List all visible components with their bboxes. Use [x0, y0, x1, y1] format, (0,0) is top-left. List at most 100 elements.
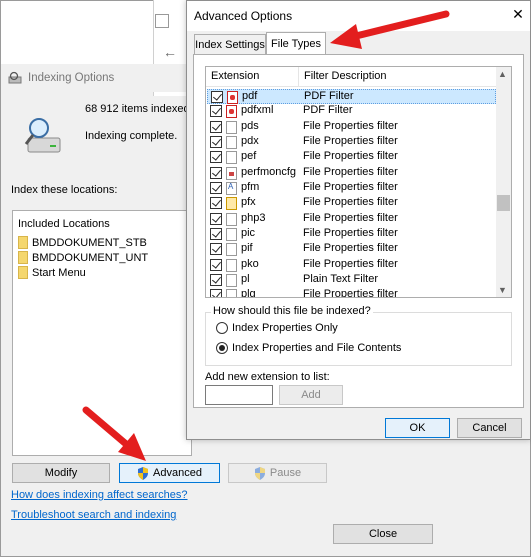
file-type-checkbox[interactable] — [210, 105, 222, 118]
file-type-row[interactable]: pds File Properties filter — [207, 120, 496, 135]
file-icon — [226, 273, 237, 287]
ok-button[interactable]: OK — [385, 418, 450, 438]
column-divider[interactable] — [298, 67, 299, 87]
indexing-options-icon — [8, 71, 22, 84]
window-top-area — [1, 1, 154, 64]
add-extension-input[interactable] — [205, 385, 273, 405]
indexing-window-title: Indexing Options — [28, 72, 115, 84]
index-method-group — [205, 312, 512, 366]
cancel-button-label: Cancel — [472, 422, 507, 434]
pause-button-label: Pause — [269, 467, 302, 479]
background-tab-icon — [155, 14, 169, 28]
file-type-extension: pko — [241, 257, 259, 270]
file-type-checkbox[interactable] — [210, 243, 222, 256]
file-type-description: File Properties filter — [303, 180, 398, 193]
file-type-extension: pef — [241, 150, 257, 163]
file-type-extension: perfmoncfg — [241, 165, 297, 178]
file-type-checkbox[interactable] — [210, 273, 222, 286]
file-type-checkbox[interactable] — [211, 91, 223, 103]
file-type-row[interactable]: perfmoncfg File Properties filter — [207, 166, 496, 181]
how-indexing-link[interactable]: How does indexing affect searches? — [11, 489, 188, 501]
troubleshoot-link[interactable]: Troubleshoot search and indexing — [11, 509, 176, 521]
ok-button-label: OK — [409, 422, 426, 434]
file-type-extension: pdfxml — [241, 104, 274, 117]
file-type-row[interactable]: pko File Properties filter — [207, 258, 496, 273]
radio-properties-only[interactable]: Index Properties Only — [216, 322, 338, 334]
file-icon — [226, 120, 237, 134]
file-type-row[interactable]: pl Plain Text Filter — [207, 273, 496, 288]
cancel-button[interactable]: Cancel — [457, 418, 522, 438]
radio-properties-and-contents-label: Index Properties and File Contents — [232, 342, 402, 354]
file-type-extension: pds — [241, 119, 259, 132]
shield-icon — [254, 466, 265, 480]
file-type-row[interactable]: pic File Properties filter — [207, 227, 496, 242]
back-arrow-icon: ← — [163, 44, 177, 60]
file-type-row[interactable]: php3 File Properties filter — [207, 212, 496, 227]
file-icon — [226, 212, 237, 226]
file-type-checkbox[interactable] — [210, 197, 222, 210]
file-type-description: PDF Filter — [304, 90, 354, 102]
scroll-up-icon[interactable]: ▲ — [498, 69, 507, 79]
file-type-checkbox[interactable] — [210, 166, 222, 179]
column-extension[interactable]: Extension — [211, 70, 259, 82]
column-filter-description[interactable]: Filter Description — [304, 70, 387, 82]
file-type-row[interactable]: pif File Properties filter — [207, 242, 496, 257]
radio-circle[interactable] — [216, 322, 228, 334]
tab-file-types-label: File Types — [271, 37, 321, 50]
file-icon — [226, 151, 237, 165]
radio-properties-and-contents[interactable]: Index Properties and File Contents — [216, 342, 401, 354]
file-type-description: File Properties filter — [303, 196, 398, 209]
file-type-row[interactable]: pdf PDF Filter — [207, 89, 496, 104]
modify-button[interactable]: Modify — [12, 463, 110, 483]
file-type-checkbox[interactable] — [210, 212, 222, 225]
file-icon — [226, 135, 237, 149]
pause-button[interactable]: Pause — [228, 463, 327, 483]
add-extension-label: Add new extension to list: — [205, 371, 330, 383]
file-type-description: File Properties filter — [303, 134, 398, 147]
file-type-row[interactable]: pfm File Properties filter — [207, 181, 496, 196]
file-icon — [226, 243, 237, 257]
file-type-description: File Properties filter — [303, 257, 398, 270]
shield-icon — [138, 466, 149, 480]
file-type-row[interactable]: pfx File Properties filter — [207, 196, 496, 211]
scrollbar-thumb[interactable] — [497, 195, 510, 211]
pdf-icon — [227, 91, 238, 104]
tab-index-settings-label: Index Settings — [195, 38, 265, 51]
file-type-description: File Properties filter — [303, 119, 398, 132]
file-type-description: File Properties filter — [303, 165, 398, 178]
file-icon — [226, 227, 237, 241]
file-type-checkbox[interactable] — [210, 135, 222, 148]
tab-file-types[interactable]: File Types — [266, 32, 326, 54]
advanced-button[interactable]: Advanced — [119, 463, 220, 483]
file-type-description: File Properties filter — [303, 242, 398, 255]
file-icon — [226, 258, 237, 272]
file-type-row[interactable]: pef File Properties filter — [207, 150, 496, 165]
file-type-description: File Properties filter — [303, 211, 398, 224]
modify-button-label: Modify — [44, 467, 78, 479]
file-type-extension: pdx — [241, 134, 259, 147]
file-type-extension: php3 — [241, 211, 266, 224]
file-type-row[interactable]: pdx File Properties filter — [207, 135, 496, 150]
add-extension-button[interactable]: Add — [279, 385, 343, 405]
file-type-checkbox[interactable] — [210, 227, 222, 240]
file-type-checkbox[interactable] — [210, 258, 222, 271]
radio-circle[interactable] — [216, 342, 228, 354]
dialog-title: Advanced Options — [194, 9, 293, 23]
dialog-close-icon[interactable]: ✕ — [511, 6, 525, 23]
file-type-checkbox[interactable] — [210, 181, 222, 194]
file-type-checkbox[interactable] — [210, 151, 222, 164]
radio-properties-only-label: Index Properties Only — [232, 322, 338, 334]
list-scrollbar[interactable] — [496, 67, 511, 297]
scroll-down-icon[interactable]: ▼ — [498, 285, 507, 295]
font-file-icon — [226, 181, 237, 195]
file-type-description: Plain Text Filter — [303, 272, 378, 285]
file-type-description: File Properties filter — [303, 226, 398, 239]
add-button-label: Add — [301, 389, 321, 401]
file-type-extension: pfm — [241, 180, 260, 193]
file-type-checkbox[interactable] — [210, 120, 222, 133]
file-type-row[interactable]: pdfxml PDF Filter — [207, 104, 496, 119]
advanced-button-label: Advanced — [153, 467, 202, 479]
file-type-extension: pif — [241, 242, 253, 255]
close-button[interactable]: Close — [333, 524, 433, 544]
tab-index-settings[interactable]: Index Settings — [194, 34, 266, 54]
